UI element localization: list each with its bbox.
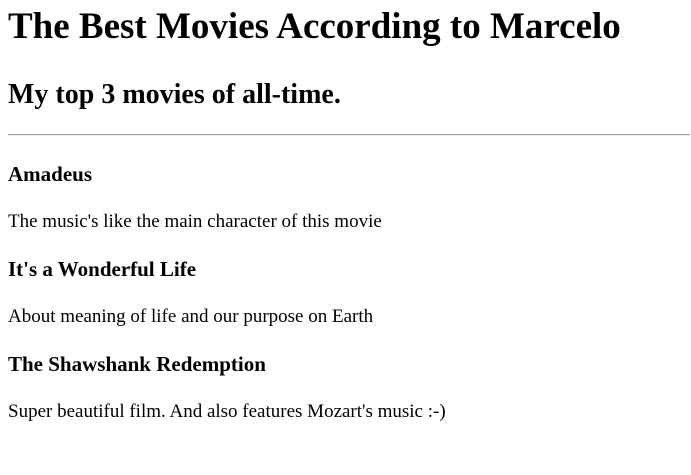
- movie-title: Amadeus: [8, 162, 93, 186]
- page: The Best Movies According to Marcelo My …: [0, 0, 691, 423]
- movie-description: About meaning of life and our purpose on…: [8, 306, 374, 327]
- page-title: The Best Movies According to Marcelo: [8, 6, 621, 47]
- movie-list: Amadeus The music's like the main charac…: [8, 162, 691, 423]
- page-subtitle: My top 3 movies of all-time.: [8, 79, 341, 110]
- movie-title: The Shawshank Redemption: [8, 352, 266, 376]
- movie-title: It's a Wonderful Life: [8, 257, 197, 281]
- movie-item: It's a Wonderful Life About meaning of l…: [8, 257, 691, 328]
- movie-item: Amadeus The music's like the main charac…: [8, 162, 691, 233]
- movie-description: Super beautiful film. And also features …: [8, 401, 446, 422]
- movie-description: The music's like the main character of t…: [8, 211, 382, 232]
- divider: [8, 134, 690, 136]
- movie-item: The Shawshank Redemption Super beautiful…: [8, 352, 691, 423]
